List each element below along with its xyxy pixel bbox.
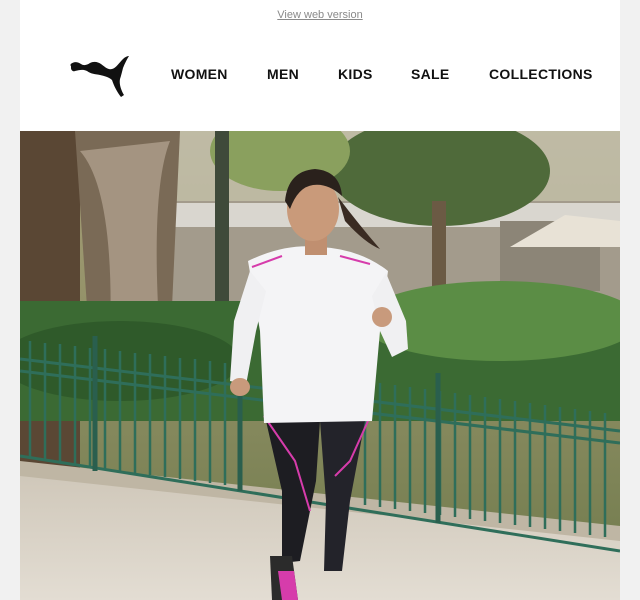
view-web-version-link[interactable]: View web version [20,9,620,21]
nav-item-collections[interactable]: COLLECTIONS [489,66,593,82]
nav-item-kids[interactable]: KIDS [338,66,373,82]
nav-item-women[interactable]: WOMEN [171,66,228,82]
nav-item-men[interactable]: MEN [267,66,299,82]
main-nav: WOMEN MEN KIDS SALE COLLECTIONS [20,66,620,86]
hero-image[interactable] [20,131,620,600]
email-container: View web version WOMEN MEN KIDS SALE COL… [20,0,620,600]
nav-item-sale[interactable]: SALE [411,66,450,82]
